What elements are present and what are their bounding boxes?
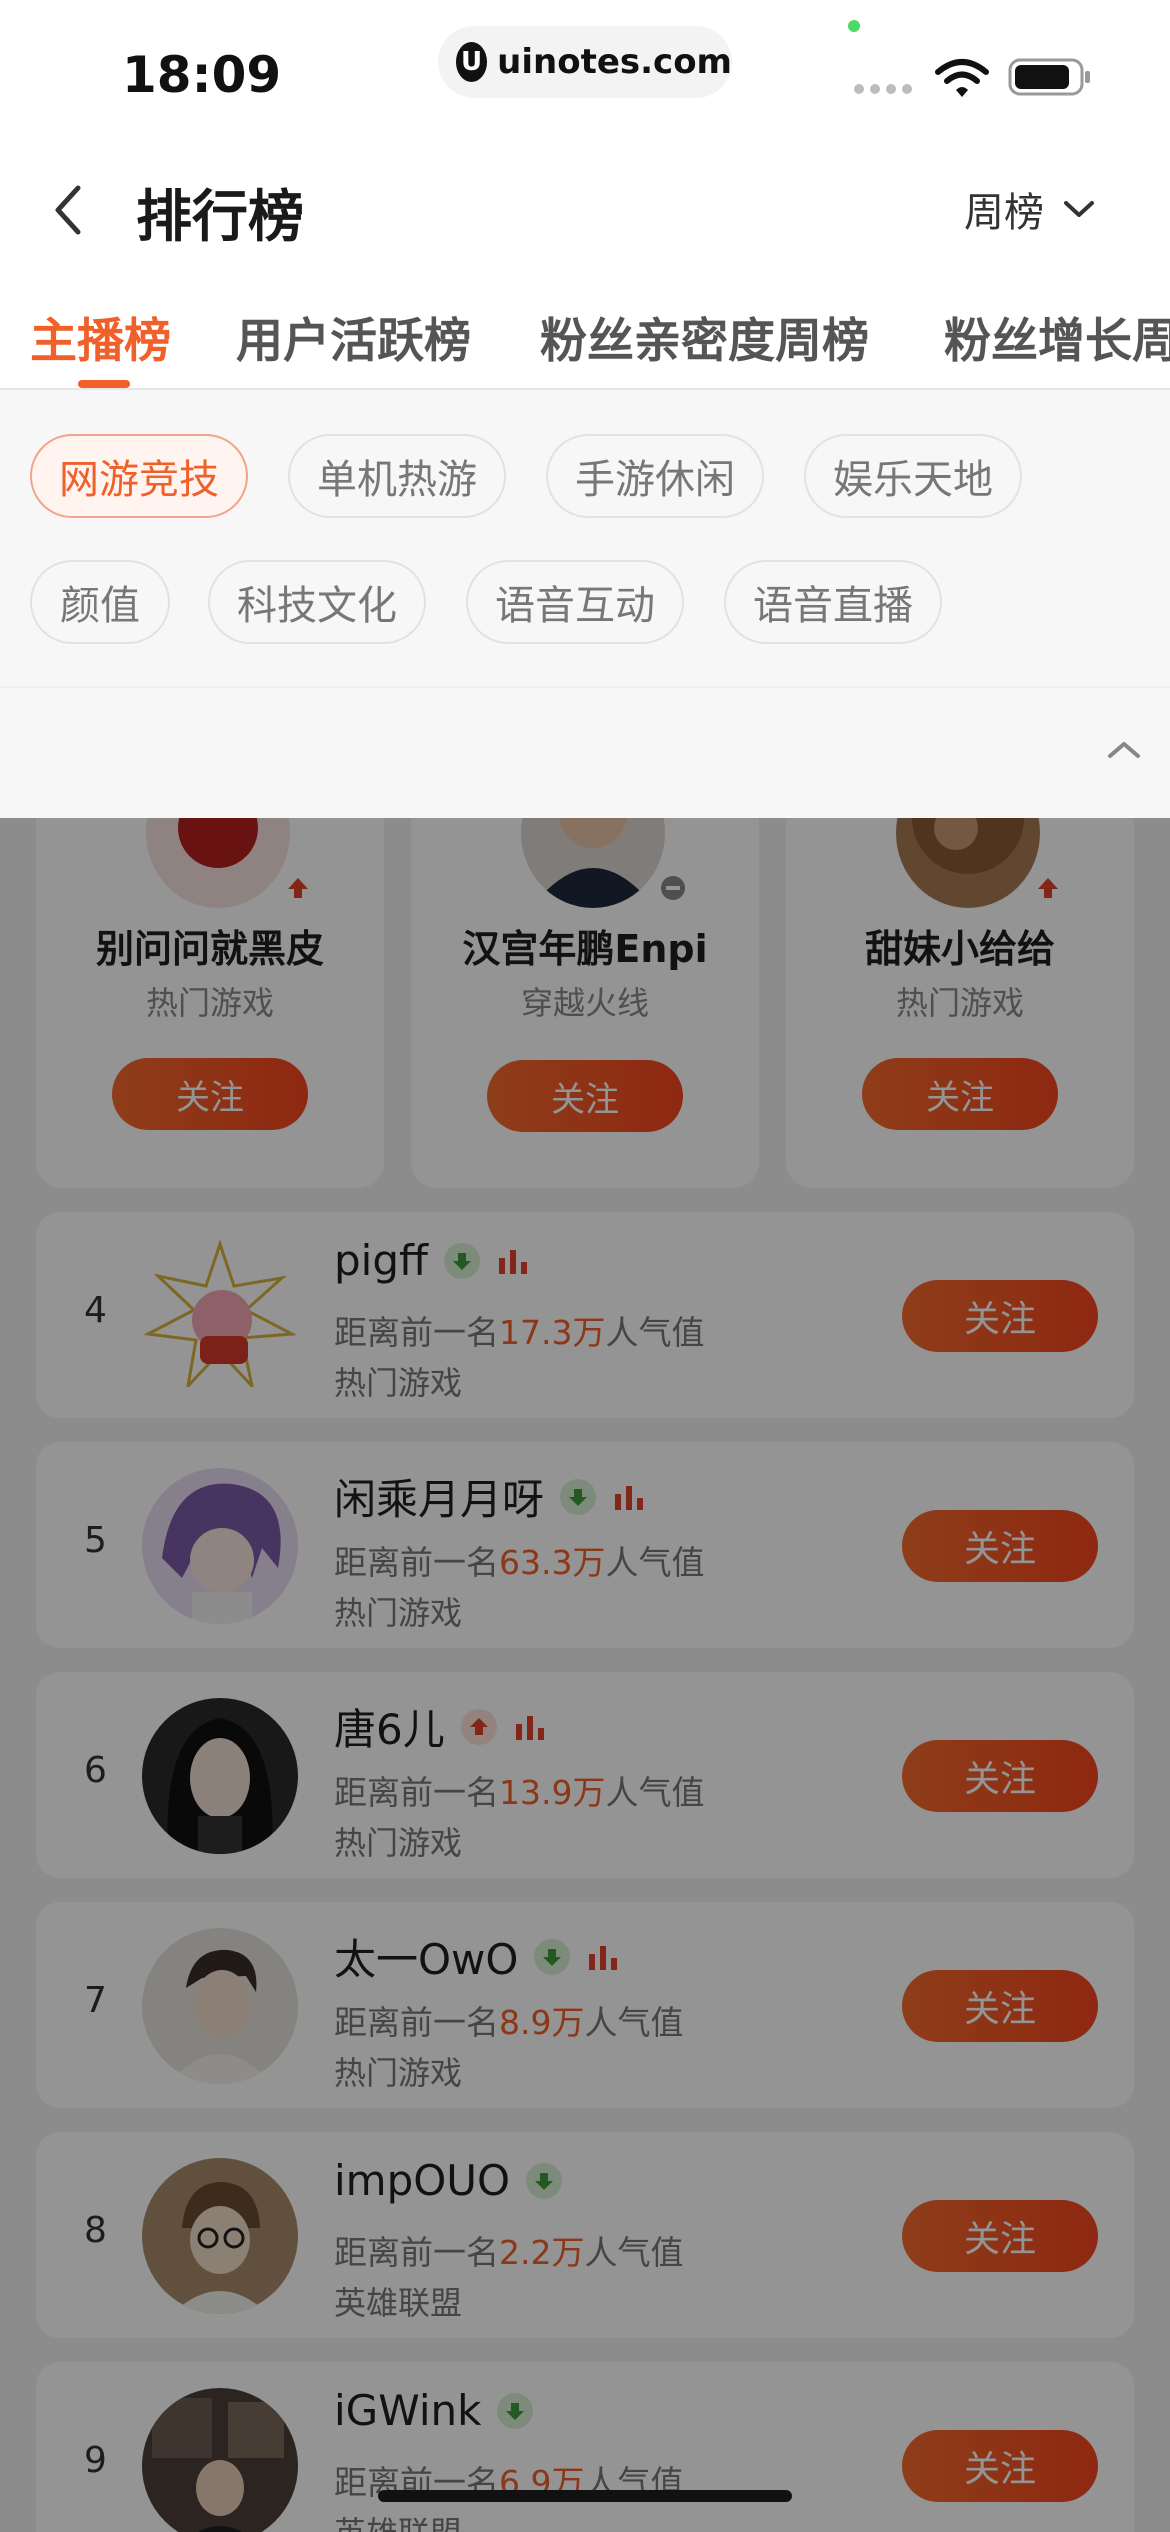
privacy-indicator-icon [848,20,860,32]
category-chip[interactable]: 颜值 [30,560,170,644]
period-dropdown[interactable]: 周榜 [964,180,1096,238]
category-panel: 网游竞技 单机热游 手游休闲 娱乐天地 颜值 科技文化 语音互动 语音直播 [0,390,1170,818]
category-chip[interactable]: 单机热游 [288,434,506,518]
panel-divider [0,686,1170,688]
category-chip[interactable]: 网游竞技 [30,434,248,518]
back-icon[interactable] [44,180,92,240]
chevron-down-icon [1064,201,1094,217]
url-text: uinotes.com [497,42,732,82]
site-logo-icon: U [456,42,488,82]
page-title: 排行榜 [136,185,304,250]
tab-fan-growth[interactable]: 粉丝增长周榜 [944,302,1170,371]
category-chip[interactable]: 语音互动 [466,560,684,644]
dim-overlay[interactable] [0,818,1170,2532]
tab-streamer[interactable]: 主播榜 [30,302,171,371]
category-chip[interactable]: 手游休闲 [546,434,764,518]
home-indicator [378,2490,792,2502]
category-chip[interactable]: 语音直播 [724,560,942,644]
url-pill[interactable]: U uinotes.com [438,26,732,98]
cellular-signal-icon [854,84,912,94]
period-label: 周榜 [964,190,1044,236]
wifi-icon [935,59,989,97]
battery-icon [1008,58,1090,96]
active-tab-indicator [78,380,130,388]
category-chip[interactable]: 娱乐天地 [804,434,1022,518]
category-chip[interactable]: 科技文化 [208,560,426,644]
ranking-tabs: 主播榜 用户活跃榜 粉丝亲密度周榜 粉丝增长周榜 [0,280,1170,390]
chevron-up-icon[interactable] [1106,738,1142,762]
tab-fan-intimacy[interactable]: 粉丝亲密度周榜 [540,302,869,371]
status-bar: 18:09 U uinotes.com [0,0,1170,140]
tab-user-activity[interactable]: 用户活跃榜 [236,302,471,371]
status-time: 18:09 [122,46,282,104]
page-header: 排行榜 周榜 [0,140,1170,280]
